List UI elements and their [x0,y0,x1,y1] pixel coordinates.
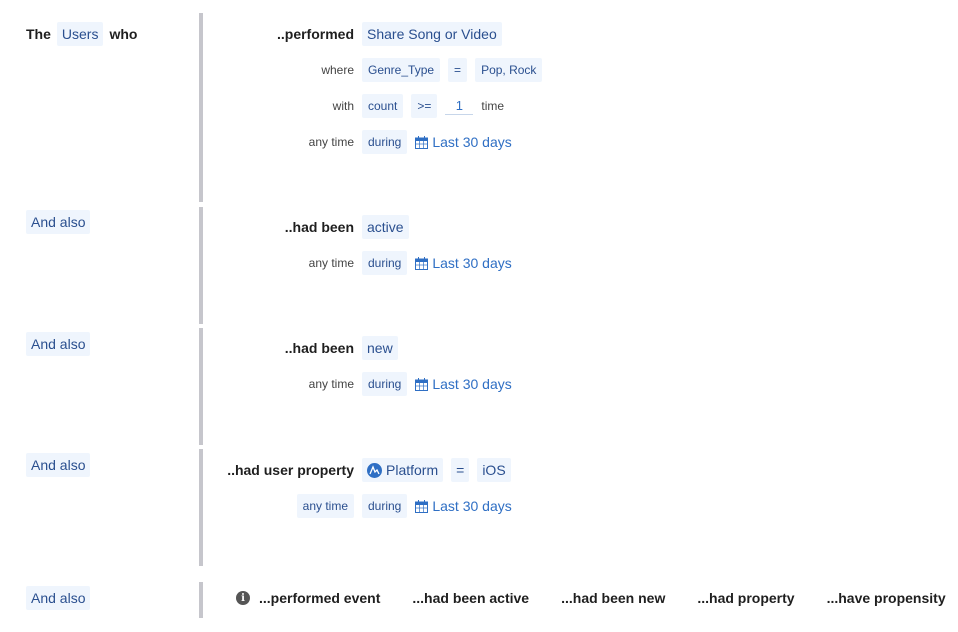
verb-label: ..had been [284,340,354,356]
block-divider [199,449,203,566]
compare-selector[interactable]: >= [411,94,438,118]
calendar-icon [415,377,429,391]
date-range-picker[interactable]: Last 30 days [415,134,512,150]
option-had-been-new[interactable]: ...had been new [561,590,665,606]
date-range-label: Last 30 days [432,376,512,392]
option-had-property[interactable]: ...had property [697,590,794,606]
during-selector[interactable]: during [362,494,408,518]
calendar-icon [415,499,429,513]
block-divider [199,328,203,445]
property-label: Platform [386,462,439,478]
where-label: where [321,63,354,77]
conjunction-selector[interactable]: And also [26,453,91,477]
time-label: any time [308,377,354,391]
block-divider [199,207,203,324]
date-range-picker[interactable]: Last 30 days [415,255,512,271]
option-performed-event[interactable]: ...performed event [259,590,380,606]
time-line: any time during Last 30 days [224,251,512,275]
verb-label: ..had user property [227,462,354,478]
block-divider [199,582,203,618]
option-have-propensity[interactable]: ...have propensity [827,590,946,606]
with-label: with [332,99,354,113]
property-selector[interactable]: Genre_Type [362,58,441,82]
calendar-icon [415,135,429,149]
time-line: any time during Last 30 days [224,494,512,518]
during-selector[interactable]: during [362,372,408,396]
date-range-picker[interactable]: Last 30 days [415,498,512,514]
verb-label: ..had been [284,219,354,235]
metric-selector[interactable]: count [362,94,404,118]
state-selector[interactable]: new [362,336,398,360]
had-been-line: ..had been active [224,215,409,239]
time-line: any time during Last 30 days [224,130,512,154]
event-selector[interactable]: Share Song or Video [362,22,502,46]
with-line: with count >= 1 time [224,94,504,118]
operator-selector[interactable]: = [451,458,470,482]
the-label: The [26,26,51,42]
time-selector[interactable]: any time [296,494,354,518]
option-had-been-active[interactable]: ...had been active [412,590,529,606]
during-selector[interactable]: during [362,251,408,275]
during-selector[interactable]: during [362,130,408,154]
value-selector[interactable]: iOS [477,458,511,482]
date-range-picker[interactable]: Last 30 days [415,376,512,392]
verb-label: ..performed [276,26,354,42]
value-selector[interactable]: Pop, Rock [475,58,543,82]
subject-selector[interactable]: Users [56,22,104,46]
had-been-line: ..had been new [224,336,398,360]
who-label: who [109,26,138,42]
time-label: any time [308,135,354,149]
time-label-wrap: any time [224,494,354,518]
date-range-label: Last 30 days [432,134,512,150]
user-property-line: ..had user property Platform = iOS [224,458,511,482]
block-divider [199,13,203,202]
date-range-label: Last 30 days [432,498,512,514]
calendar-icon [415,256,429,270]
time-label: any time [308,256,354,270]
performed-line: ..performed Share Song or Video [224,22,502,46]
condition-options: i ...performed event ...had been active … [236,590,946,606]
date-range-label: Last 30 days [432,255,512,271]
amplitude-logo-icon [367,462,382,478]
property-selector[interactable]: Platform [362,458,444,482]
state-selector[interactable]: active [362,215,409,239]
count-input[interactable]: 1 [445,98,474,115]
conjunction-selector[interactable]: And also [26,210,91,234]
conjunction-selector[interactable]: And also [26,332,91,356]
conjunction-selector[interactable]: And also [26,586,91,610]
operator-selector[interactable]: = [448,58,468,82]
time-line: any time during Last 30 days [224,372,512,396]
unit-label: time [481,99,505,113]
info-icon[interactable]: i [236,591,250,605]
where-line: where Genre_Type = Pop, Rock [224,58,543,82]
